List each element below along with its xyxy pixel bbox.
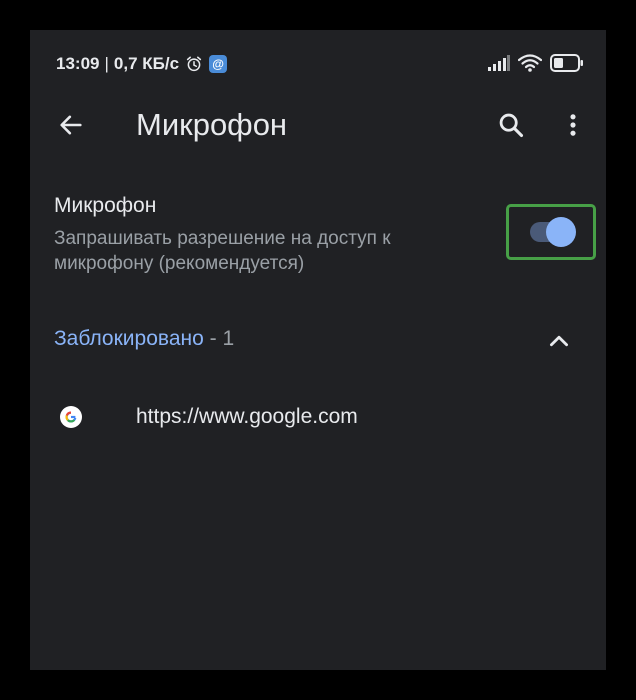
- network-speed: 0,7 КБ/с: [113, 54, 180, 73]
- phone-screen: 13:09 | 0,7 КБ/с @ Микрофон Микрофон Зап…: [30, 30, 606, 670]
- blocked-site-row[interactable]: https://www.google.com: [30, 390, 606, 446]
- setting-title: Микрофон: [54, 194, 157, 217]
- status-right: [488, 54, 584, 72]
- site-url: https://www.google.com: [136, 405, 358, 428]
- toggle-track: [530, 217, 576, 247]
- more-vert-icon: [570, 114, 576, 136]
- app-bar: Микрофон: [30, 100, 606, 150]
- wifi-icon: [518, 54, 542, 72]
- battery-icon: [550, 54, 583, 72]
- microphone-setting-row[interactable]: Микрофон Запрашивать разрешение на досту…: [30, 180, 606, 280]
- status-bar: 13:09 | 0,7 КБ/с @: [30, 30, 606, 100]
- arrow-back-icon: [60, 115, 82, 135]
- chevron-up-icon[interactable]: [546, 328, 572, 354]
- microphone-toggle[interactable]: [506, 204, 596, 260]
- status-left: 13:09 | 0,7 КБ/с @: [56, 54, 228, 74]
- device-frame: 13:09 | 0,7 КБ/с @ Микрофон Микрофон Зап…: [0, 0, 636, 700]
- back-button[interactable]: [56, 110, 86, 140]
- blocked-section-count: - 1: [203, 327, 235, 350]
- status-time: 13:09: [56, 54, 100, 73]
- google-icon: [60, 406, 82, 428]
- blocked-section-label: Заблокировано - 1: [54, 327, 234, 351]
- alarm-icon: [186, 56, 202, 72]
- page-title: Микрофон: [136, 107, 288, 142]
- blocked-section-name: Заблокировано: [54, 327, 204, 350]
- search-icon: [499, 113, 524, 138]
- blocked-section-header[interactable]: Заблокировано - 1: [30, 315, 606, 365]
- status-separator: |: [104, 54, 109, 73]
- signal-icon: [488, 55, 510, 71]
- more-options-button[interactable]: [558, 110, 588, 140]
- setting-description: Запрашивать разрешение на доступ к микро…: [54, 228, 391, 274]
- search-button[interactable]: [496, 110, 526, 140]
- toggle-thumb: [546, 217, 576, 247]
- notification-icon: @: [209, 55, 228, 73]
